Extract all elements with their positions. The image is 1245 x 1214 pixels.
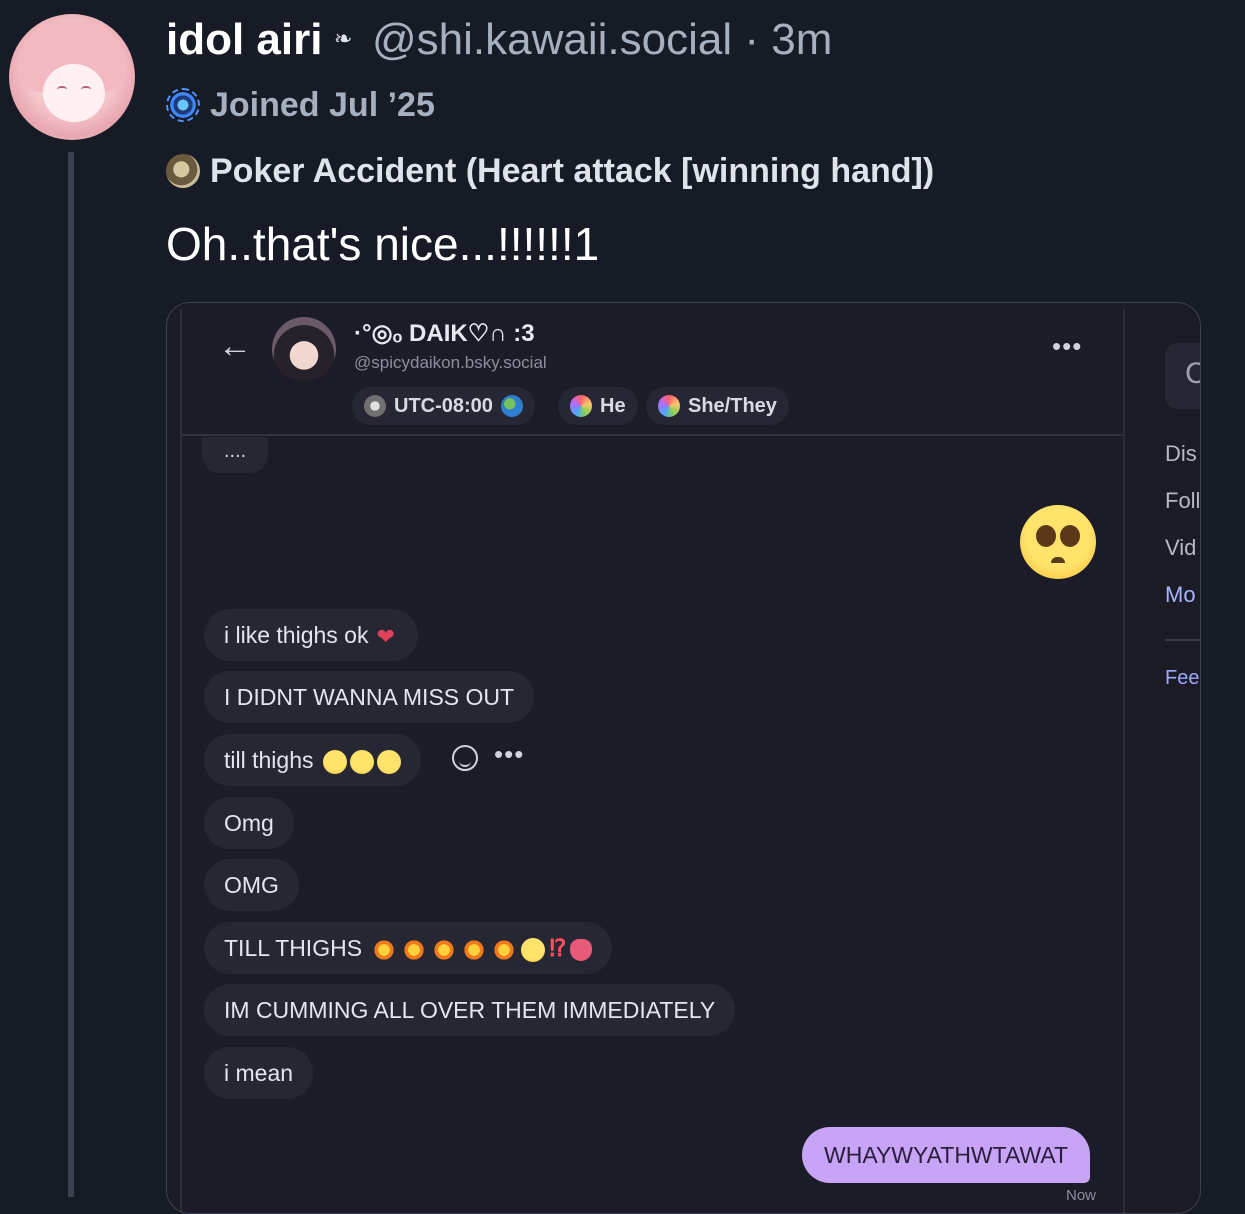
tongue-icon [570,938,593,961]
message-text: till thighs [224,747,314,773]
embedded-image[interactable]: ← ·°◎ₒ DAIK♡∩ :3 @spicydaikon.bsky.socia… [166,302,1201,1214]
chat-avatar[interactable] [272,317,336,381]
joined-row: Joined Jul ’25 [166,84,435,126]
joined-badge-icon [166,88,200,122]
avatar[interactable] [9,14,135,140]
message-text: OMG [224,872,279,898]
more-options-icon[interactable]: ••• [1052,331,1082,362]
avatar-eye-left [57,86,67,93]
collision-icon [370,936,399,963]
emoji-eye [1036,525,1056,547]
pleading-face-emoji [1020,505,1096,579]
chat-handle: @spicydaikon.bsky.social [354,353,547,372]
message-bubble: OMG [204,859,299,911]
my-message-bubble: WHAYWYATHWTAWAT [802,1127,1091,1183]
message-bubble: i like thighs ok ❤ [204,609,419,661]
moon-icon [364,395,386,417]
message-bubble: IM CUMMING ALL OVER THEM IMMEDIATELY [204,984,736,1036]
status-avatar-icon [166,154,200,188]
side-nav-item[interactable]: Vid [1165,535,1196,561]
thread-line [68,152,74,1197]
broken-heart-icon: ❤ [376,623,395,649]
display-name[interactable]: idol airi [166,14,322,66]
status-row: Poker Accident (Heart attack [winning ha… [166,150,934,192]
side-panel: C Dis Foll Vid Mo Fee [1125,303,1200,1213]
interrobang-icon: ⁉ [549,935,567,961]
fearful-face-icon [521,937,546,962]
teary-face-icon [376,749,401,774]
message-text: IM CUMMING ALL OVER THEM IMMEDIATELY [224,997,716,1023]
chat-pane: ← ·°◎ₒ DAIK♡∩ :3 @spicydaikon.bsky.socia… [180,309,1125,1213]
pronoun-she-they-label: She/They [688,394,777,417]
pronoun-he-label: He [600,394,626,417]
message-text: Omg [224,810,274,836]
chat-header: ← ·°◎ₒ DAIK♡∩ :3 @spicydaikon.bsky.socia… [182,309,1123,436]
pride-flag-icon [658,395,680,417]
message-timestamp: Now [1066,1187,1097,1204]
timezone-label: UTC-08:00 [394,394,493,417]
message-text: i mean [224,1060,294,1086]
teary-face-icon [322,749,347,774]
pride-flag-icon [570,395,592,417]
back-arrow-icon[interactable]: ← [218,327,252,366]
emoji-mouth [1051,557,1065,563]
timezone-tag: UTC-08:00 [352,387,535,425]
search-box[interactable]: C [1165,343,1200,409]
globe-icon [500,395,523,417]
avatar-eye-right [81,86,91,93]
message-text: TILL THIGHS [224,935,363,961]
message-bubble: TILL THIGHS ⁉ [204,922,613,974]
collision-icon [490,936,519,963]
add-reaction-icon[interactable] [452,745,478,771]
message-bubble: till thighs [204,734,421,786]
collision-icon [400,936,429,963]
search-icon: C [1185,357,1200,391]
message-more-icon[interactable]: ••• [494,739,524,770]
message-bubble: i mean [204,1047,314,1099]
joined-label: Joined Jul ’25 [210,85,435,124]
side-feeds-link[interactable]: Fee [1165,667,1199,690]
message-bubble: .... [202,437,269,473]
handle-and-time[interactable]: @shi.kawaii.social · 3m [372,14,832,66]
status-label: Poker Accident (Heart attack [winning ha… [210,151,935,190]
emoji-eye [1060,525,1080,547]
teary-face-icon [349,749,374,774]
chat-display-name: ·°◎ₒ DAIK♡∩ :3 [354,320,535,347]
name-badge-icon: ❧ [334,26,353,51]
pronoun-tag-he: He [558,387,638,425]
divider [1165,639,1200,641]
message-text: i like thighs ok [224,622,369,648]
side-nav-item[interactable]: Foll [1165,488,1200,514]
collision-icon [430,936,459,963]
message-bubble: Omg [204,797,294,849]
side-nav-item[interactable]: Dis [1165,441,1197,467]
pronoun-tag-she-they: She/They [646,387,789,425]
side-nav-item[interactable]: Mo [1165,582,1196,608]
message-text: I DIDNT WANNA MISS OUT [224,684,515,710]
message-bubble: I DIDNT WANNA MISS OUT [204,671,535,723]
collision-icon [460,936,489,963]
post-text: Oh..that's nice...!!!!!!1 [166,218,600,270]
avatar-face [43,64,105,122]
